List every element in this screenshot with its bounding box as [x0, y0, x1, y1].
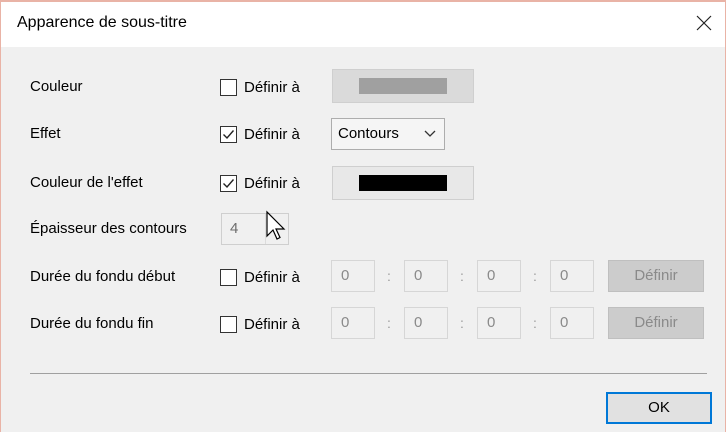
fade-in-set-button[interactable]: Définir: [608, 260, 704, 292]
effect-color-checkbox-label: Définir à: [244, 175, 300, 192]
fade-out-duration-label: Durée du fondu fin: [30, 315, 154, 332]
fade-out-seconds-field[interactable]: 0: [477, 307, 521, 339]
time-separator: :: [387, 268, 391, 284]
field-value: 0: [414, 314, 423, 331]
field-value: 0: [414, 267, 423, 284]
fade-in-frames-field[interactable]: 0: [550, 260, 594, 292]
fade-in-checkbox[interactable]: [220, 269, 237, 286]
color-picker-button[interactable]: [332, 69, 474, 103]
field-value: 0: [341, 314, 350, 331]
time-separator: :: [460, 268, 464, 284]
effect-color-label: Couleur de l'effet: [30, 174, 143, 191]
fade-in-minutes-field[interactable]: 0: [404, 260, 448, 292]
title-bar: Apparence de sous-titre: [1, 2, 725, 47]
close-button[interactable]: [689, 8, 719, 38]
mouse-cursor-icon: [266, 210, 286, 240]
fade-out-hours-field[interactable]: 0: [331, 307, 375, 339]
field-value: 0: [487, 267, 496, 284]
checkmark-icon: [223, 130, 235, 140]
color-checkbox[interactable]: [220, 79, 237, 96]
fade-out-checkbox-label: Définir à: [244, 316, 300, 333]
fade-in-seconds-field[interactable]: 0: [477, 260, 521, 292]
footer-divider: [30, 373, 707, 374]
color-checkbox-label: Définir à: [244, 79, 300, 96]
effect-color-picker-button[interactable]: [332, 166, 474, 200]
time-separator: :: [460, 315, 464, 331]
checkmark-icon: [223, 179, 235, 189]
ok-button[interactable]: OK: [606, 392, 712, 424]
outline-thickness-value: 4: [230, 220, 239, 237]
effect-color-swatch: [359, 175, 447, 191]
time-separator: :: [533, 268, 537, 284]
fade-out-checkbox[interactable]: [220, 316, 237, 333]
color-swatch: [359, 78, 447, 94]
field-value: 0: [560, 314, 569, 331]
field-value: 0: [560, 267, 569, 284]
color-label: Couleur: [30, 78, 83, 95]
outline-thickness-label: Épaisseur des contours: [30, 220, 187, 237]
effect-color-checkbox[interactable]: [220, 175, 237, 192]
fade-out-frames-field[interactable]: 0: [550, 307, 594, 339]
time-separator: :: [387, 315, 391, 331]
chevron-down-icon: [424, 130, 436, 137]
effect-checkbox-label: Définir à: [244, 126, 300, 143]
close-icon: [696, 15, 712, 31]
field-value: 0: [341, 267, 350, 284]
dialog-title: Apparence de sous-titre: [17, 14, 187, 31]
effect-dropdown[interactable]: Contours: [331, 118, 445, 150]
fade-out-minutes-field[interactable]: 0: [404, 307, 448, 339]
effect-dropdown-value: Contours: [338, 125, 399, 142]
effect-checkbox[interactable]: [220, 126, 237, 143]
fade-in-hours-field[interactable]: 0: [331, 260, 375, 292]
field-value: 0: [487, 314, 496, 331]
fade-in-duration-label: Durée du fondu début: [30, 268, 176, 285]
subtitle-appearance-dialog: Apparence de sous-titre Couleur Définir …: [0, 0, 726, 432]
time-separator: :: [533, 315, 537, 331]
fade-in-checkbox-label: Définir à: [244, 269, 300, 286]
effect-label: Effet: [30, 125, 61, 142]
fade-out-set-button[interactable]: Définir: [608, 307, 704, 339]
